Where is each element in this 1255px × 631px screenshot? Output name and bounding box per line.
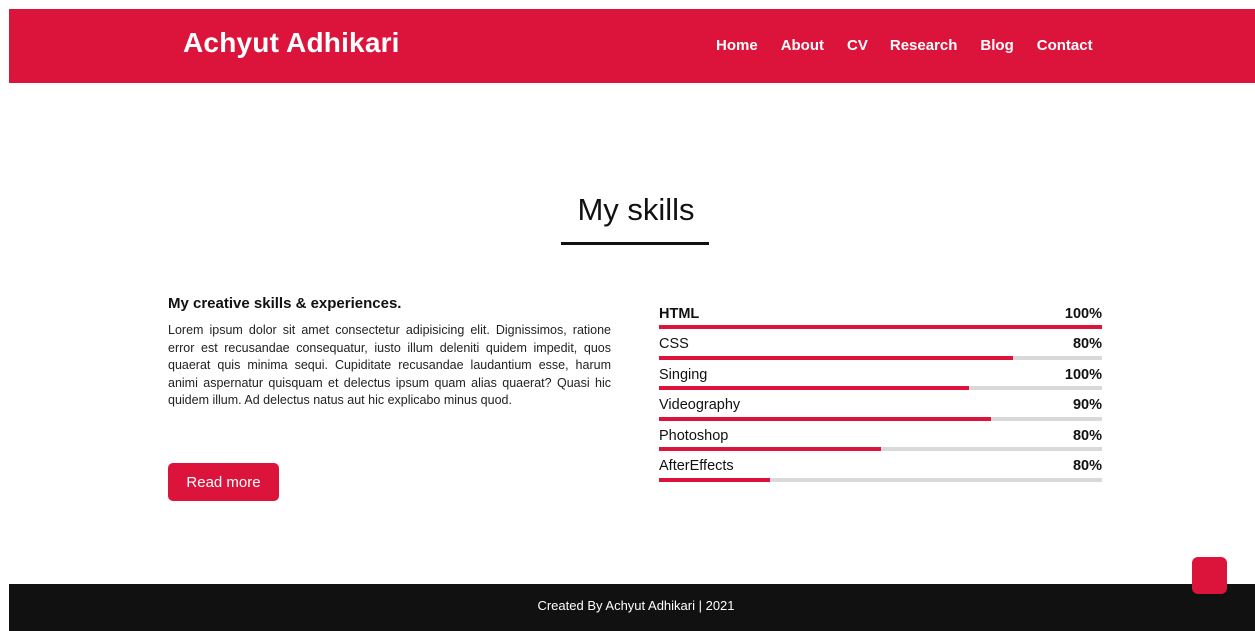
nav-home[interactable]: Home [716,37,758,54]
skill-bar-fill [659,447,881,452]
skill-name: AfterEffects [659,458,734,475]
nav-contact[interactable]: Contact [1037,37,1093,54]
about-paragraph: Lorem ipsum dolor sit amet consectetur a… [168,323,611,407]
skill-item: Photoshop 80% [659,425,1102,456]
nav-about[interactable]: About [781,37,824,54]
skill-bar-track [659,325,1102,329]
skill-percent: 100% [1064,366,1102,383]
skill-percent: 80% [1072,336,1102,353]
skill-bar-fill [659,355,1014,360]
skill-percent: 80% [1072,427,1102,444]
nav-research[interactable]: Research [890,37,958,54]
skill-name: Videography [659,397,741,414]
skill-bar-track [659,416,1102,421]
about-column: My creative skills & experiences. Lorem … [168,295,611,410]
skill-bar-track [659,386,1102,391]
footer-text: Created By Achyut Adhikari | 2021 [537,598,735,613]
nav-cv[interactable]: CV [847,37,868,54]
read-more-button[interactable]: Read more [168,463,279,501]
page: Achyut Adhikari Home About CV Research B… [9,9,1255,631]
skill-name: Singing [659,366,708,383]
nav-blog[interactable]: Blog [980,37,1013,54]
about-heading: My creative skills & experiences. [168,295,402,312]
footer: Created By Achyut Adhikari | 2021 [9,584,1255,631]
skill-bar-fill [659,386,970,391]
skill-percent: 90% [1072,397,1102,414]
skill-bar-fill [659,477,770,482]
skill-name: Photoshop [659,427,729,444]
skill-name: CSS [659,336,689,353]
skill-bar-track [659,477,1102,482]
skill-item: CSS 80% [659,334,1102,365]
skill-bar-fill [659,416,992,421]
skill-item: AfterEffects 80% [659,456,1102,487]
skill-name: HTML [659,305,700,322]
skill-bar-track [659,447,1102,452]
brand-logo[interactable]: Achyut Adhikari [183,27,400,59]
skill-item: HTML 100% [659,303,1102,334]
nav-menu: Home About CV Research Blog Contact [716,37,1116,54]
skills-list: HTML 100% CSS 80% Singing 100% Videograp… [659,303,1102,487]
skill-percent: 100% [1064,305,1102,322]
skill-item: Singing 100% [659,364,1102,395]
scroll-top-button[interactable] [1192,557,1227,594]
skill-bar-track [659,355,1102,360]
navbar: Achyut Adhikari Home About CV Research B… [9,9,1255,83]
title-underline [561,242,709,245]
skill-bar-fill [659,325,1102,329]
skill-item: Videography 90% [659,395,1102,426]
section-title: My skills [577,192,695,227]
skill-percent: 80% [1072,458,1102,475]
